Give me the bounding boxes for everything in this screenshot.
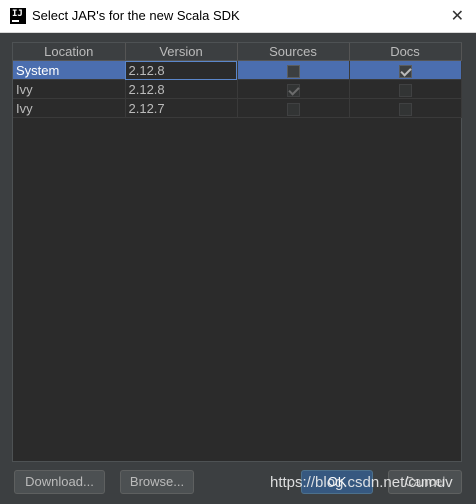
docs-checkbox-cell[interactable] (349, 60, 462, 80)
dialog-body: Location Version Sources Docs System 2.1… (0, 33, 476, 504)
location-cell[interactable]: System (13, 60, 126, 80)
column-header-sources[interactable]: Sources (237, 43, 350, 61)
sources-checkbox-cell[interactable] (237, 98, 350, 118)
sources-checkbox[interactable] (286, 102, 300, 116)
table-row[interactable]: System 2.12.8 (13, 60, 462, 80)
version-cell[interactable]: 2.12.7 (125, 98, 238, 118)
docs-checkbox-cell[interactable] (349, 79, 462, 99)
table-row[interactable]: Ivy 2.12.8 (13, 79, 462, 99)
version-cell[interactable]: 2.12.8 (125, 79, 238, 99)
docs-checkbox-cell[interactable] (349, 98, 462, 118)
column-header-version[interactable]: Version (125, 43, 238, 61)
download-button[interactable]: Download... (14, 470, 105, 494)
title-bar: IJ Select JAR's for the new Scala SDK ✕ (0, 0, 476, 33)
close-icon[interactable]: ✕ (451, 6, 464, 25)
location-cell[interactable]: Ivy (13, 98, 126, 118)
docs-checkbox[interactable] (398, 64, 412, 78)
browse-button[interactable]: Browse... (120, 470, 194, 494)
jar-table: Location Version Sources Docs System 2.1… (13, 43, 462, 118)
jar-table-container[interactable]: Location Version Sources Docs System 2.1… (12, 42, 462, 462)
docs-checkbox[interactable] (398, 102, 412, 116)
window-title: Select JAR's for the new Scala SDK (32, 8, 240, 23)
table-header-row: Location Version Sources Docs (13, 43, 462, 61)
sources-checkbox[interactable] (286, 83, 300, 97)
docs-checkbox[interactable] (398, 83, 412, 97)
sources-checkbox-cell[interactable] (237, 60, 350, 80)
column-header-location[interactable]: Location (13, 43, 126, 61)
version-cell[interactable]: 2.12.8 (125, 60, 238, 80)
table-row[interactable]: Ivy 2.12.7 (13, 98, 462, 118)
location-cell[interactable]: Ivy (13, 79, 126, 99)
sources-checkbox[interactable] (286, 64, 300, 78)
sources-checkbox-cell[interactable] (237, 79, 350, 99)
watermark-text: https://blog.csdn.net/cumuv (270, 474, 453, 491)
column-header-docs[interactable]: Docs (349, 43, 462, 61)
intellij-app-icon: IJ (10, 8, 26, 24)
app-icon-label: IJ (12, 9, 23, 19)
